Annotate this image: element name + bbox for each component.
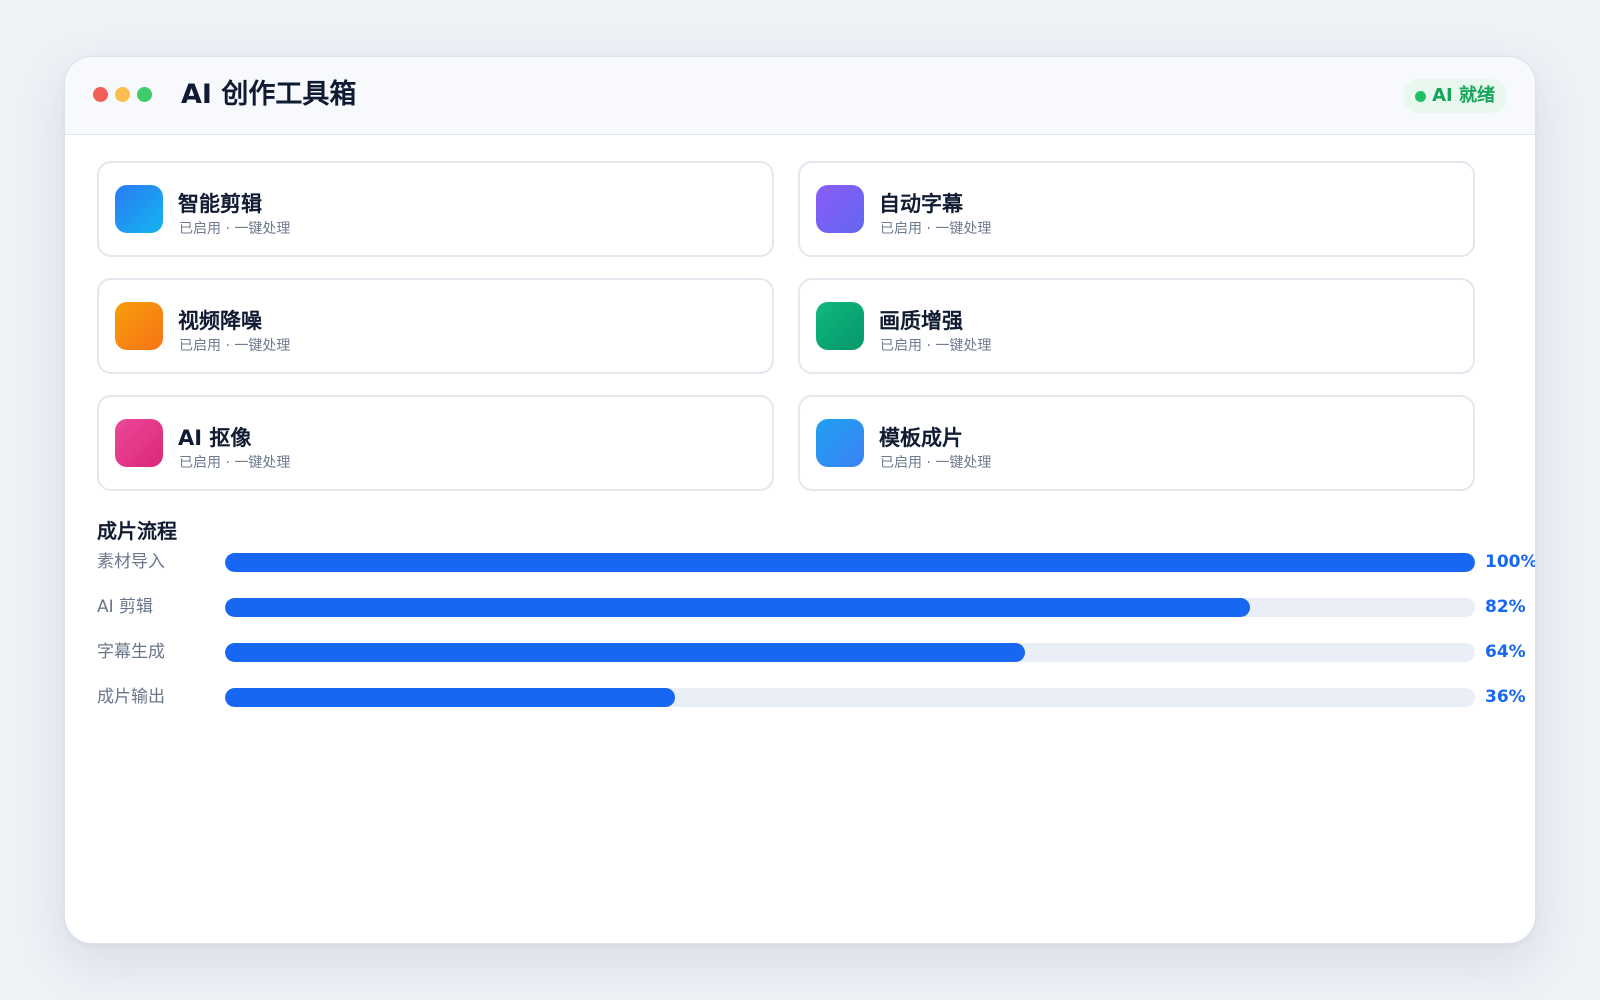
step-percent: 82% bbox=[1485, 597, 1526, 617]
progress-track bbox=[225, 598, 1475, 617]
denoise-icon bbox=[115, 302, 163, 350]
tool-card-ai-cutout[interactable]: AI 抠像 已启用 · 一键处理 bbox=[97, 395, 774, 491]
progress-fill bbox=[225, 688, 675, 707]
tool-subtitle: 已启用 · 一键处理 bbox=[880, 221, 992, 237]
status-dot-icon bbox=[1415, 90, 1427, 102]
close-window-button[interactable] bbox=[93, 87, 108, 102]
tool-subtitle: 已启用 · 一键处理 bbox=[179, 221, 291, 237]
step-percent: 100% bbox=[1485, 552, 1536, 572]
step-percent: 64% bbox=[1485, 642, 1526, 662]
step-label: 素材导入 bbox=[97, 552, 165, 572]
tool-card-video-denoise[interactable]: 视频降噪 已启用 · 一键处理 bbox=[97, 278, 774, 374]
app-window: AI 创作工具箱 AI 就绪 智能剪辑 已启用 · 一键处理 自动字幕 已启用 … bbox=[64, 56, 1536, 944]
minimize-window-button[interactable] bbox=[115, 87, 130, 102]
pipeline-title: 成片流程 bbox=[97, 519, 177, 543]
pipeline-step: AI 剪辑 82% bbox=[97, 590, 1535, 624]
progress-track bbox=[225, 688, 1475, 707]
template-icon bbox=[816, 419, 864, 467]
ai-status-badge: AI 就绪 bbox=[1403, 79, 1507, 113]
tool-title: 视频降噪 bbox=[178, 309, 262, 333]
title-bar: AI 创作工具箱 AI 就绪 bbox=[65, 57, 1535, 135]
subtitle-icon bbox=[816, 185, 864, 233]
progress-fill bbox=[225, 553, 1475, 572]
tool-title: 模板成片 bbox=[879, 426, 963, 450]
tool-card-smart-edit[interactable]: 智能剪辑 已启用 · 一键处理 bbox=[97, 161, 774, 257]
tool-subtitle: 已启用 · 一键处理 bbox=[179, 338, 291, 354]
pipeline-step: 素材导入 100% bbox=[97, 545, 1536, 579]
tool-card-quality-enhance[interactable]: 画质增强 已启用 · 一键处理 bbox=[798, 278, 1475, 374]
progress-fill bbox=[225, 598, 1250, 617]
tool-title: AI 抠像 bbox=[178, 426, 252, 450]
tool-title: 自动字幕 bbox=[879, 192, 963, 216]
maximize-window-button[interactable] bbox=[137, 87, 152, 102]
pipeline-step: 成片输出 36% bbox=[97, 680, 1535, 714]
app-title: AI 创作工具箱 bbox=[181, 79, 357, 110]
cutout-icon bbox=[115, 419, 163, 467]
step-label: 字幕生成 bbox=[97, 642, 165, 662]
tool-title: 画质增强 bbox=[879, 309, 963, 333]
tool-card-auto-subtitle[interactable]: 自动字幕 已启用 · 一键处理 bbox=[798, 161, 1475, 257]
progress-track bbox=[225, 643, 1475, 662]
progress-track bbox=[225, 553, 1475, 572]
tool-subtitle: 已启用 · 一键处理 bbox=[880, 455, 992, 471]
pipeline-step: 字幕生成 64% bbox=[97, 635, 1535, 669]
tool-card-template[interactable]: 模板成片 已启用 · 一键处理 bbox=[798, 395, 1475, 491]
tool-title: 智能剪辑 bbox=[178, 192, 262, 216]
scissors-icon bbox=[115, 185, 163, 233]
step-label: AI 剪辑 bbox=[97, 597, 154, 617]
step-percent: 36% bbox=[1485, 687, 1526, 707]
enhance-icon bbox=[816, 302, 864, 350]
step-label: 成片输出 bbox=[97, 687, 165, 707]
tool-subtitle: 已启用 · 一键处理 bbox=[179, 455, 291, 471]
tool-subtitle: 已启用 · 一键处理 bbox=[880, 338, 992, 354]
status-text: AI 就绪 bbox=[1432, 85, 1495, 106]
progress-fill bbox=[225, 643, 1025, 662]
tool-grid: 智能剪辑 已启用 · 一键处理 自动字幕 已启用 · 一键处理 视频降噪 已启用… bbox=[97, 161, 1475, 491]
